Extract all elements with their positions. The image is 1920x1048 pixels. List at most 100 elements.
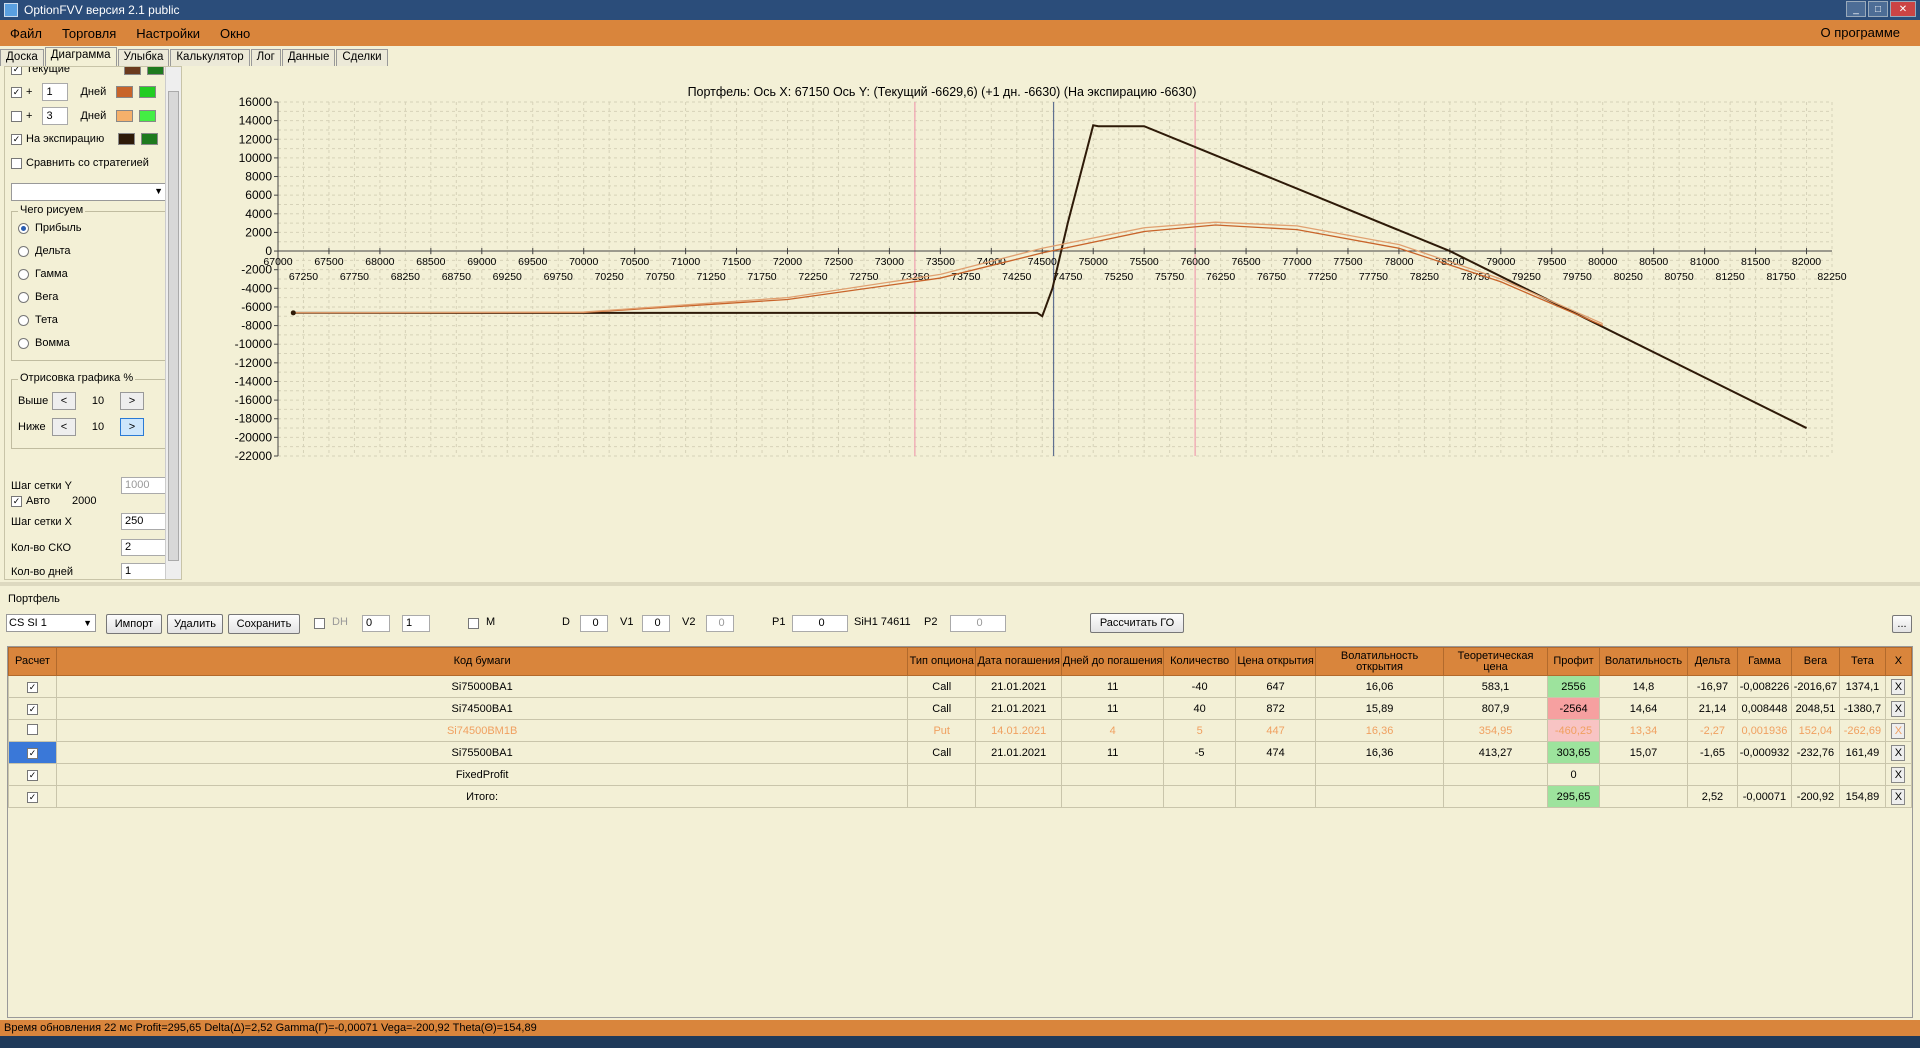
table-row[interactable]: Si74500BM1B Put 14.01.2021 4 5 447 16,36 354,95… [8,719,1913,742]
draw-option-profit[interactable]: Прибыль [18,222,82,234]
dh-stepper-a[interactable]: 0 [362,615,390,632]
minimize-icon[interactable]: _ [1846,1,1866,17]
portfolio-select[interactable]: CS SI 1 ▼ [6,614,96,632]
col-header[interactable]: Дельта [1686,647,1738,676]
close-icon[interactable]: ✕ [1890,1,1916,17]
current-color-swatch[interactable] [123,67,141,75]
delete-button[interactable]: Удалить [167,614,223,634]
table-row[interactable]: ✓ Si75500BA1 Call 21.01.2021 11 -5 474 16,36 413… [8,741,1913,764]
above-prev-button[interactable]: < [52,392,76,410]
expiry-color-swatch[interactable] [118,133,136,145]
payoff-chart-svg[interactable]: 1600014000120001000080006000400020000-20… [190,66,1914,580]
tab-data[interactable]: Данные [281,49,336,66]
plus3-color-swatch[interactable] [116,110,134,122]
plus3-checkbox[interactable] [11,110,22,122]
col-header[interactable]: X [1884,647,1913,676]
plus1-color2-swatch[interactable] [139,86,157,98]
row-calc-checkbox-cell[interactable]: ✓ [8,697,57,720]
radio-vomma[interactable] [18,337,29,349]
p2-input[interactable]: 0 [950,615,1006,632]
row-calc-checkbox-cell[interactable]: ✓ [8,741,57,764]
import-button[interactable]: Импорт [106,614,162,634]
radio-gamma[interactable] [18,268,29,280]
table-row[interactable]: ✓ Si74500BA1 Call 21.01.2021 11 40 872 15,89 807… [8,697,1913,720]
above-next-button[interactable]: > [120,392,144,410]
row-calc-checkbox[interactable]: ✓ [26,791,38,803]
dh-stepper-b[interactable]: 1 [402,615,430,632]
tab-diagram[interactable]: Диаграмма [44,47,117,66]
draw-option-delta[interactable]: Дельта [18,245,71,257]
plus3-color2-swatch[interactable] [139,110,157,122]
settings-scrollbar[interactable] [165,67,181,579]
table-row[interactable]: ✓ Si75000BA1 Call 21.01.2021 11 -40 647 16,06 58… [8,675,1913,698]
row-remove-button[interactable]: X [1891,722,1906,739]
draw-option-vega[interactable]: Вега [18,291,58,303]
radio-theta[interactable] [18,314,29,326]
row-remove-button[interactable]: X [1891,744,1906,761]
row-calc-checkbox-cell[interactable]: ✓ [8,785,57,808]
auto-checkbox[interactable]: ✓ [11,495,22,507]
below-prev-button[interactable]: < [52,418,76,436]
row-calc-checkbox[interactable]: ✓ [26,681,38,693]
table-row[interactable]: ✓ Итого: 295,65 2,52 -0,00071 -200,92 154,89 X [8,785,1913,808]
expiry-color2-swatch[interactable] [141,133,159,145]
row-calc-checkbox-cell[interactable]: ✓ [8,675,57,698]
row-remove-button[interactable]: X [1891,788,1906,805]
expiry-checkbox[interactable]: ✓ [11,133,22,145]
plus1-days-input[interactable]: 1 [42,83,69,101]
radio-delta[interactable] [18,245,29,257]
save-button[interactable]: Сохранить [228,614,300,634]
table-row[interactable]: ✓ FixedProfit 0 X [8,763,1913,786]
col-header[interactable]: Волатильность [1599,647,1688,676]
dh-checkbox[interactable] [314,618,325,629]
row-calc-checkbox-cell[interactable] [8,719,57,742]
below-next-button[interactable]: > [120,418,144,436]
gridy-input[interactable]: 1000 [121,477,167,494]
radio-profit[interactable] [18,222,29,234]
tab-smile[interactable]: Улыбка [117,49,170,66]
row-remove-button[interactable]: X [1891,678,1906,695]
more-button[interactable]: ... [1892,615,1912,633]
payoff-chart[interactable]: 16000 14000 12000 10000 8000 6000 4000 2000 0 -20… [190,66,1914,580]
col-header[interactable]: Дата погашения [975,647,1063,676]
settings-scroll-thumb[interactable] [168,91,179,561]
menu-file[interactable]: Файл [0,26,52,41]
menu-trading[interactable]: Торговля [52,26,126,41]
plus1-color-swatch[interactable] [116,86,134,98]
plus3-days-input[interactable]: 3 [42,107,69,125]
sko-input[interactable]: 2 [121,539,167,556]
col-header[interactable]: Тип опциона [907,647,977,676]
calc-go-button[interactable]: Рассчитать ГО [1090,613,1184,633]
menu-about[interactable]: О программе [1810,25,1910,40]
tab-calculator[interactable]: Калькулятор [170,49,250,66]
current-color2-swatch[interactable] [146,67,164,75]
v1-input[interactable]: 0 [642,615,670,632]
maximize-icon[interactable]: □ [1868,1,1888,17]
col-header[interactable]: Вега [1790,647,1840,676]
tab-board[interactable]: Доска [0,49,44,66]
row-calc-checkbox[interactable]: ✓ [26,747,38,759]
gridx-input[interactable]: 250 [121,513,167,530]
row-calc-checkbox-cell[interactable]: ✓ [8,763,57,786]
days-input[interactable]: 1 [121,563,167,579]
row-calc-checkbox[interactable]: ✓ [26,703,38,715]
col-header[interactable]: Теоретическая цена [1443,647,1549,676]
p1-input[interactable]: 0 [792,615,848,632]
col-header[interactable]: Дней до погашения [1061,647,1165,676]
current-checkbox[interactable]: ✓ [11,67,22,75]
menu-window[interactable]: Окно [210,26,260,41]
radio-vega[interactable] [18,291,29,303]
row-calc-checkbox[interactable]: ✓ [26,769,38,781]
plus1-checkbox[interactable]: ✓ [11,86,22,98]
m-checkbox[interactable] [468,618,479,629]
draw-option-theta[interactable]: Тета [18,314,58,326]
col-header[interactable]: Тета [1838,647,1886,676]
panel-splitter[interactable] [0,582,1920,586]
d-input[interactable]: 0 [580,615,608,632]
col-header[interactable]: Цена открытия [1235,647,1317,676]
row-remove-button[interactable]: X [1891,700,1906,717]
col-header[interactable]: Гамма [1736,647,1792,676]
tab-log[interactable]: Лог [250,49,281,66]
col-header[interactable]: Волатильность открытия [1315,647,1445,676]
col-header[interactable]: Расчет [8,647,57,676]
